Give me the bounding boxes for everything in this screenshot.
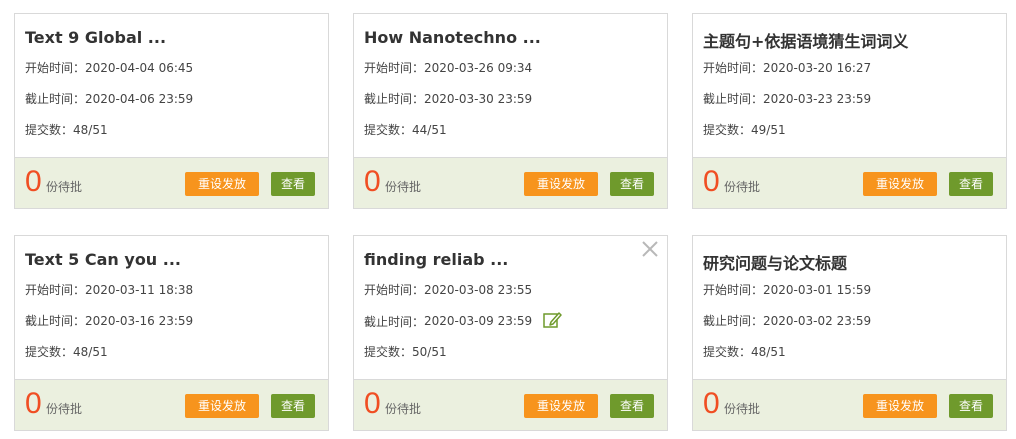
assignment-card: 研究问题与论文标题 开始时间： 2020-03-01 15:59 截止时间： 202… (692, 235, 1007, 431)
end-time: 截止时间： 2020-03-16 23:59 (25, 312, 193, 329)
end-label: 截止时间： (25, 92, 86, 106)
submit-value: 44/51 (412, 122, 447, 137)
pending-label: 份待批 (46, 180, 83, 194)
pending-count: 0 (703, 165, 720, 198)
submit-label: 提交数： (703, 345, 752, 359)
end-value: 2020-03-16 23:59 (85, 313, 194, 328)
card-footer: 0 份待批 重设发放 查看 (693, 157, 1006, 208)
submit-label: 提交数： (364, 123, 413, 137)
submission-count: 提交数： 48/51 (703, 343, 786, 360)
submission-count: 提交数： 48/51 (25, 343, 108, 360)
pending-label: 份待批 (724, 180, 761, 194)
view-button[interactable]: 查看 (610, 394, 654, 418)
submit-label: 提交数： (25, 345, 74, 359)
submit-value: 48/51 (73, 122, 108, 137)
start-value: 2020-04-04 06:45 (85, 60, 194, 75)
pending-label: 份待批 (385, 402, 422, 416)
end-value: 2020-03-09 23:59 (424, 314, 533, 328)
start-label: 开始时间： (364, 283, 425, 297)
start-value: 2020-03-11 18:38 (85, 282, 194, 297)
end-time: 截止时间： 2020-04-06 23:59 (25, 90, 193, 107)
assignment-card: How Nanotechno ... 开始时间： 2020-03-26 09:34… (353, 13, 668, 209)
end-label: 截止时间： (364, 92, 425, 106)
start-time: 开始时间： 2020-03-08 23:55 (364, 281, 532, 298)
close-icon[interactable] (641, 240, 659, 258)
assignment-card: Text 9 Global ... 开始时间： 2020-04-04 06:45 … (14, 13, 329, 209)
reissue-button[interactable]: 重设发放 (185, 394, 259, 418)
pending-count: 0 (703, 387, 720, 420)
card-footer: 0 份待批 重设发放 查看 (693, 379, 1006, 430)
submission-count: 提交数： 49/51 (703, 121, 786, 138)
end-value: 2020-03-23 23:59 (763, 91, 872, 106)
card-title[interactable]: 主题句+依据语境猜生词词义 (703, 28, 908, 52)
card-title[interactable]: How Nanotechno ... (364, 28, 541, 47)
pending-count: 0 (364, 387, 381, 420)
end-label: 截止时间： (703, 92, 764, 106)
submit-value: 48/51 (73, 344, 108, 359)
submission-count: 提交数： 50/51 (364, 343, 447, 360)
end-time: 截止时间： 2020-03-09 23:59 (364, 312, 562, 330)
reissue-button[interactable]: 重设发放 (524, 394, 598, 418)
pending-label: 份待批 (385, 180, 422, 194)
start-time: 开始时间： 2020-03-11 18:38 (25, 281, 193, 298)
end-time: 截止时间： 2020-03-30 23:59 (364, 90, 532, 107)
start-value: 2020-03-20 16:27 (763, 60, 872, 75)
submit-value: 50/51 (412, 344, 447, 359)
pending-label: 份待批 (724, 402, 761, 416)
start-value: 2020-03-08 23:55 (424, 282, 533, 297)
end-label: 截止时间： (25, 314, 86, 328)
end-value: 2020-03-30 23:59 (424, 91, 533, 106)
end-label: 截止时间： (703, 314, 764, 328)
card-footer: 0 份待批 重设发放 查看 (354, 379, 667, 430)
start-label: 开始时间： (25, 61, 86, 75)
end-time: 截止时间： 2020-03-23 23:59 (703, 90, 871, 107)
card-title[interactable]: finding reliab ... (364, 250, 508, 269)
card-title[interactable]: 研究问题与论文标题 (703, 250, 847, 274)
edit-icon[interactable] (542, 310, 562, 330)
start-label: 开始时间： (25, 283, 86, 297)
view-button[interactable]: 查看 (610, 172, 654, 196)
end-time: 截止时间： 2020-03-02 23:59 (703, 312, 871, 329)
submission-count: 提交数： 44/51 (364, 121, 447, 138)
start-label: 开始时间： (703, 61, 764, 75)
card-title[interactable]: Text 5 Can you ... (25, 250, 181, 269)
submit-value: 49/51 (751, 122, 786, 137)
reissue-button[interactable]: 重设发放 (524, 172, 598, 196)
submit-value: 48/51 (751, 344, 786, 359)
card-footer: 0 份待批 重设发放 查看 (15, 379, 328, 430)
reissue-button[interactable]: 重设发放 (863, 394, 937, 418)
end-value: 2020-03-02 23:59 (763, 313, 872, 328)
start-value: 2020-03-01 15:59 (763, 282, 872, 297)
view-button[interactable]: 查看 (949, 172, 993, 196)
view-button[interactable]: 查看 (271, 394, 315, 418)
start-value: 2020-03-26 09:34 (424, 60, 533, 75)
start-label: 开始时间： (703, 283, 764, 297)
start-time: 开始时间： 2020-03-20 16:27 (703, 59, 871, 76)
pending-count: 0 (25, 387, 42, 420)
card-footer: 0 份待批 重设发放 查看 (354, 157, 667, 208)
start-time: 开始时间： 2020-03-26 09:34 (364, 59, 532, 76)
start-label: 开始时间： (364, 61, 425, 75)
view-button[interactable]: 查看 (271, 172, 315, 196)
submit-label: 提交数： (703, 123, 752, 137)
submit-label: 提交数： (25, 123, 74, 137)
assignment-card: finding reliab ... 开始时间： 2020-03-08 23:55… (353, 235, 668, 431)
view-button[interactable]: 查看 (949, 394, 993, 418)
start-time: 开始时间： 2020-03-01 15:59 (703, 281, 871, 298)
reissue-button[interactable]: 重设发放 (185, 172, 259, 196)
submission-count: 提交数： 48/51 (25, 121, 108, 138)
assignment-card: 主题句+依据语境猜生词词义 开始时间： 2020-03-20 16:27 截止时间… (692, 13, 1007, 209)
pending-label: 份待批 (46, 402, 83, 416)
reissue-button[interactable]: 重设发放 (863, 172, 937, 196)
end-value: 2020-04-06 23:59 (85, 91, 194, 106)
pending-count: 0 (364, 165, 381, 198)
pending-count: 0 (25, 165, 42, 198)
submit-label: 提交数： (364, 345, 413, 359)
card-title[interactable]: Text 9 Global ... (25, 28, 166, 47)
end-label: 截止时间： (364, 314, 425, 329)
start-time: 开始时间： 2020-04-04 06:45 (25, 59, 193, 76)
assignment-card: Text 5 Can you ... 开始时间： 2020-03-11 18:38… (14, 235, 329, 431)
card-footer: 0 份待批 重设发放 查看 (15, 157, 328, 208)
